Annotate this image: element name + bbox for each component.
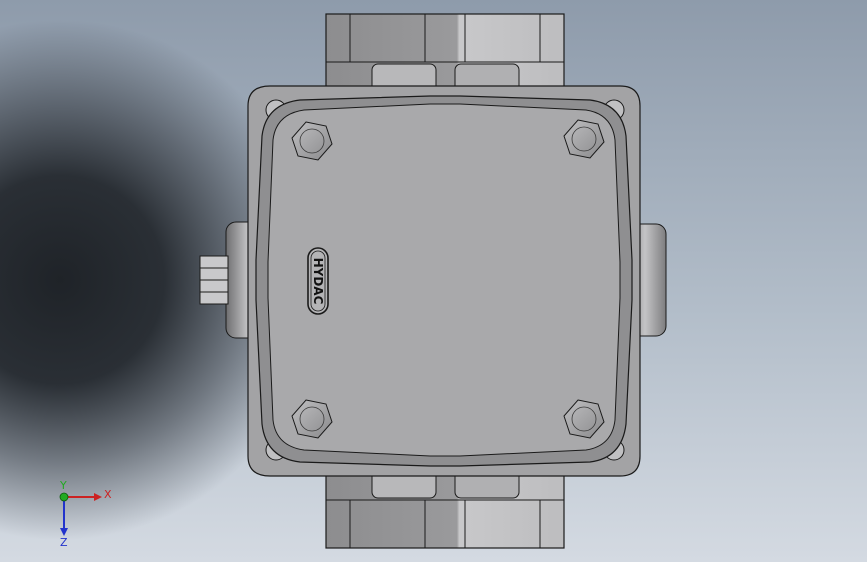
hydac-logo-text: HYDAC	[311, 258, 325, 305]
y-axis-dot	[59, 492, 69, 502]
z-axis-label: Z	[60, 536, 68, 549]
z-axis-arrow	[60, 528, 68, 536]
orientation-triad: X Y Z	[59, 480, 112, 549]
graphics-viewport[interactable]: HYDAC X Y Z	[0, 0, 867, 562]
x-axis-arrow	[94, 493, 102, 501]
cad-model[interactable]: HYDAC	[0, 0, 867, 562]
x-axis-label: X	[104, 488, 112, 501]
hydac-logo: HYDAC	[307, 247, 329, 315]
y-axis-label: Y	[59, 480, 67, 492]
